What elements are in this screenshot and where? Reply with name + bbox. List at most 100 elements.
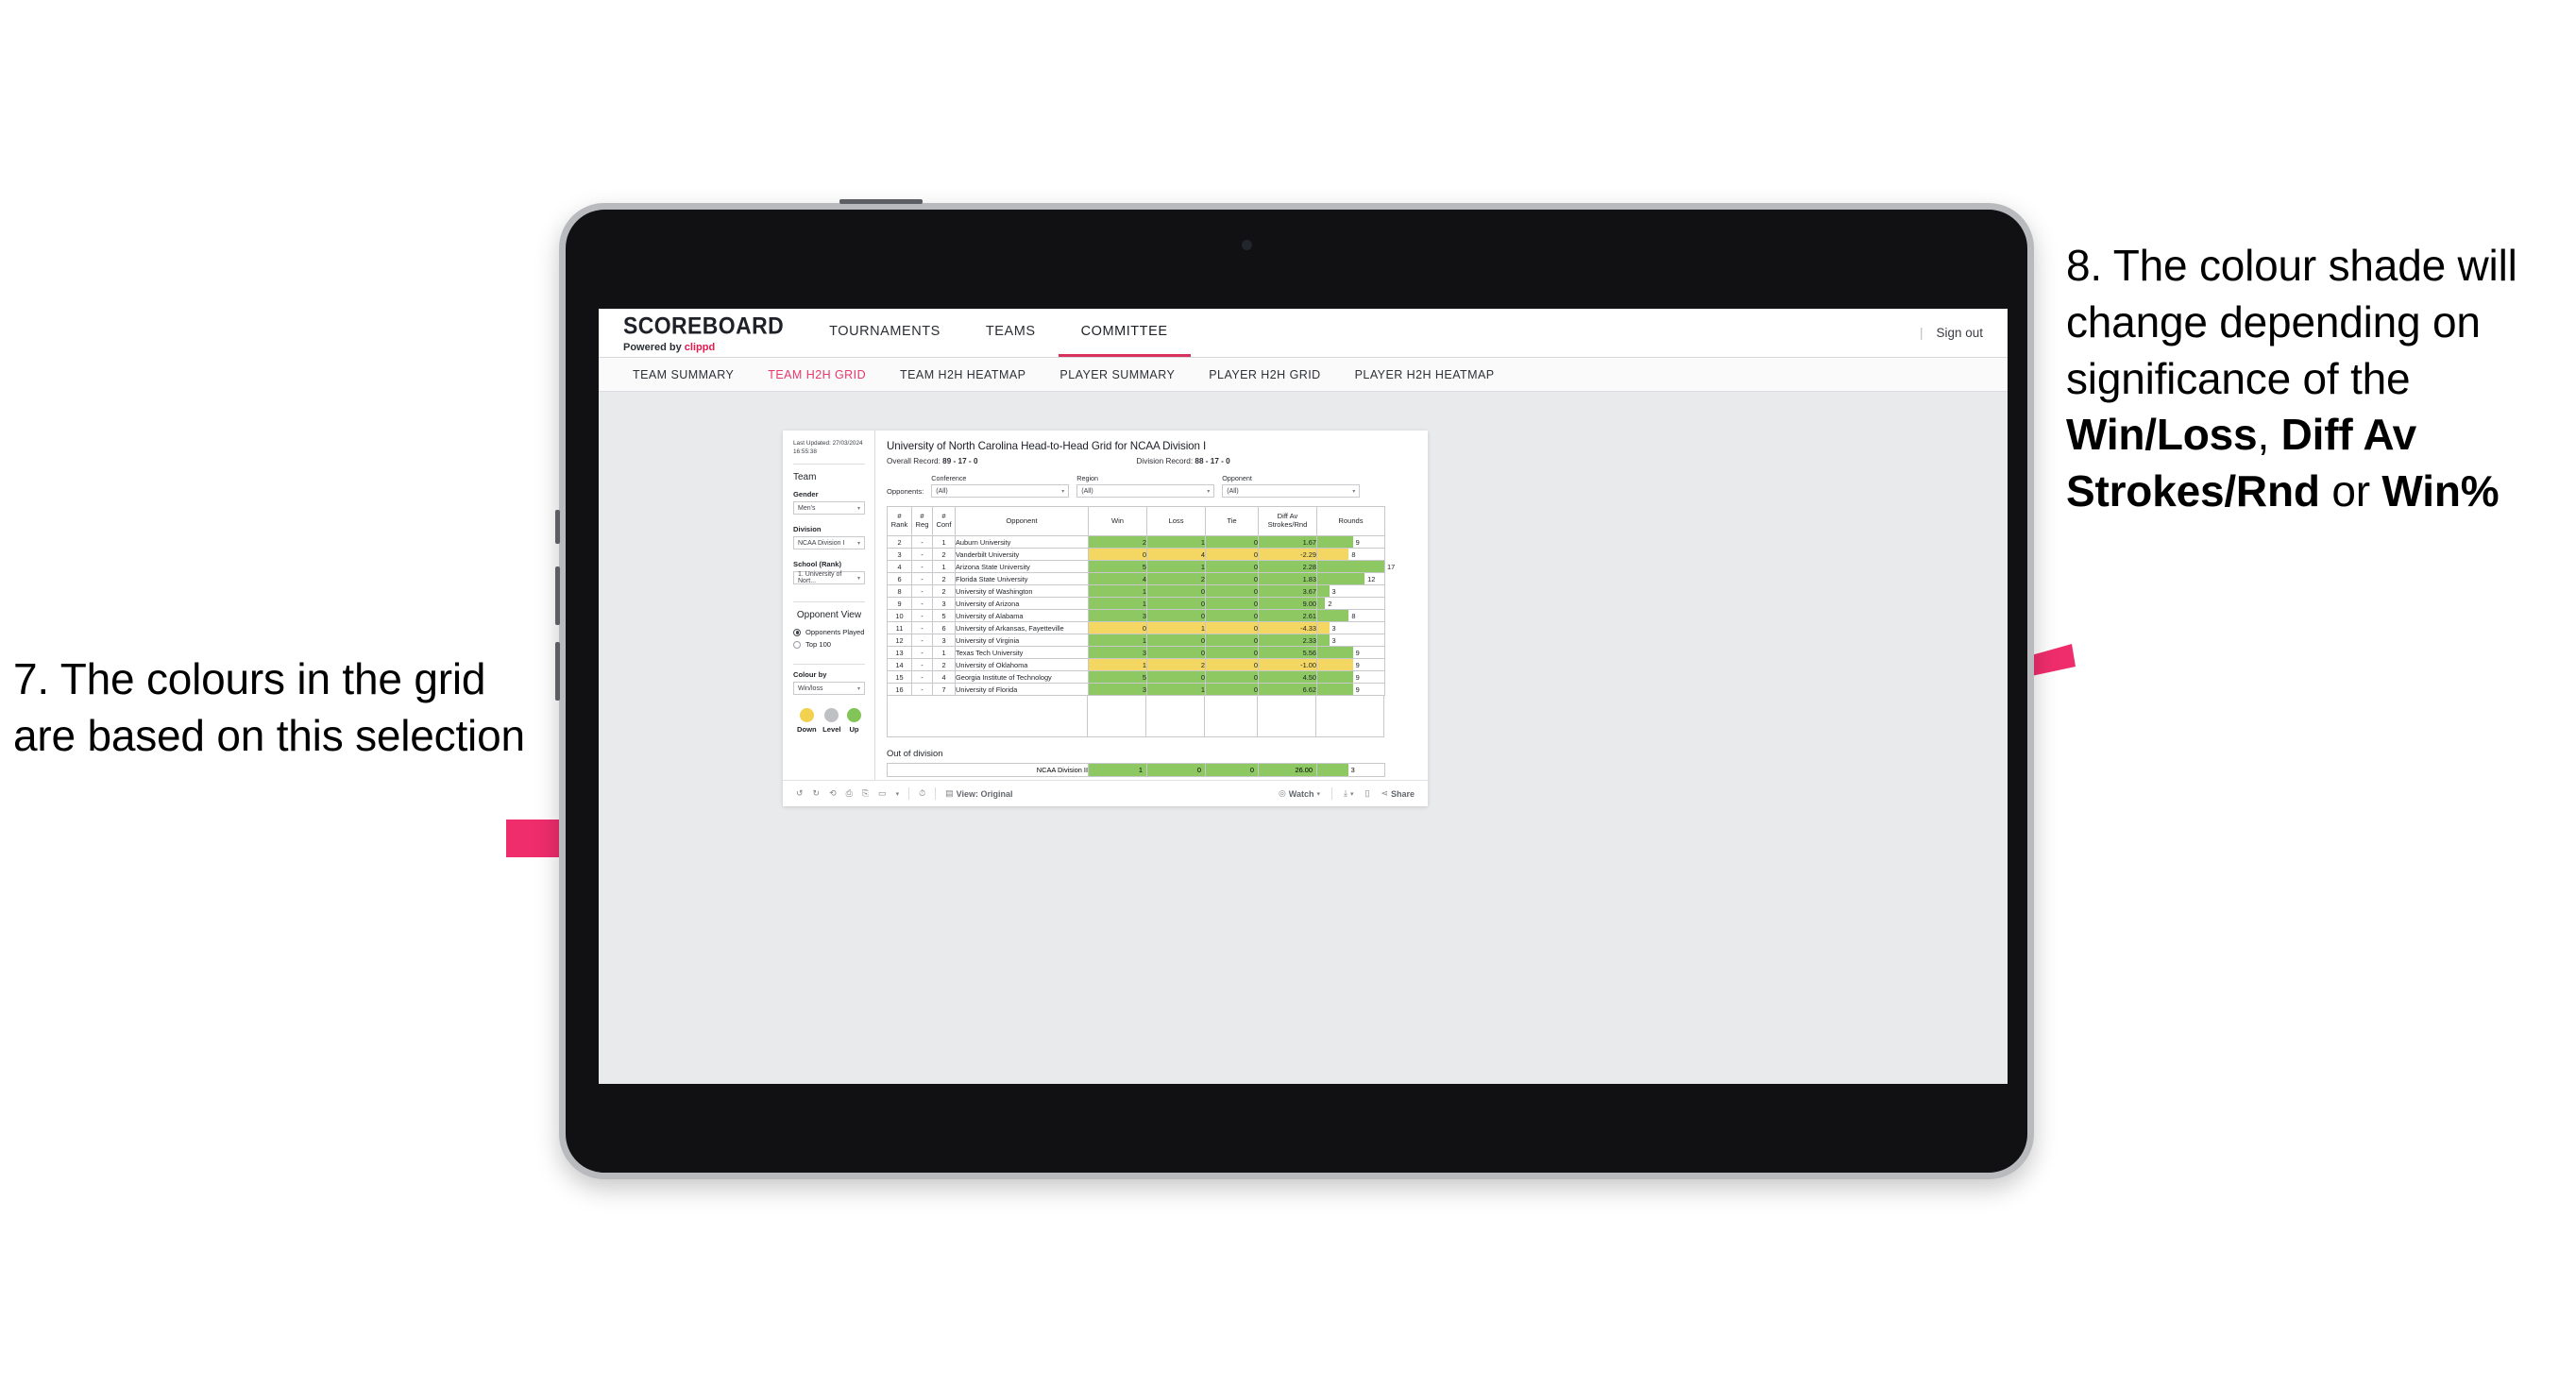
subnav-item-team-h2h-grid[interactable]: TEAM H2H GRID — [751, 368, 883, 381]
table-row[interactable]: 6-2 Florida State University 4 2 0 1.83 12 — [887, 572, 1385, 585]
cell-opponent: University of Alabama — [955, 609, 1089, 622]
alerts-icon[interactable]: ▭ — [878, 788, 887, 799]
rounds-bar — [1317, 634, 1330, 646]
table-row[interactable]: 8-2 University of Washington 1 0 0 3.67 3 — [887, 584, 1385, 598]
redo-icon[interactable]: ↻ — [813, 788, 821, 799]
colour-by-select[interactable]: Win/loss ▾ — [793, 682, 865, 696]
cell-rank: 15 — [887, 670, 912, 684]
chevron-down-icon: ▾ — [856, 685, 860, 692]
rounds-value: 3 — [1350, 766, 1355, 774]
subnav-item-player-summary[interactable]: PLAYER SUMMARY — [1042, 368, 1192, 381]
cell-tie: 0 — [1205, 683, 1259, 696]
table-row[interactable]: 3-2 Vanderbilt University 0 4 0 -2.29 8 — [887, 548, 1385, 561]
h2h-grid-table-wrapper[interactable]: # Rank # Reg # Conf Opponent Win Loss Tie D… — [887, 506, 1416, 777]
volume-button-top[interactable] — [555, 510, 560, 544]
col-loss[interactable]: Loss — [1146, 506, 1206, 536]
subnav-item-team-summary[interactable]: TEAM SUMMARY — [616, 368, 751, 381]
cell-tie: 0 — [1205, 572, 1259, 585]
chevron-down-icon: ▾ — [1316, 790, 1320, 798]
col-reg[interactable]: # Reg — [911, 506, 933, 536]
chevron-down-icon[interactable]: ▾ — [896, 790, 900, 798]
cell-tie: 0 — [1205, 535, 1259, 549]
legend-item-down: Down — [797, 708, 817, 734]
rounds-value: 3 — [1331, 623, 1336, 633]
cell-loss: 0 — [1146, 584, 1206, 598]
cell-rounds: 12 — [1316, 572, 1385, 585]
gender-select[interactable]: Men's ▾ — [793, 501, 865, 516]
col-tie[interactable]: Tie — [1205, 506, 1259, 536]
device-layout-icon[interactable]: ▯ — [1364, 788, 1369, 799]
out-of-division-row[interactable]: NCAA Division II 1 0 0 26.00 3 — [887, 763, 1385, 777]
cell-diff-av-strokes: -2.29 — [1258, 548, 1317, 561]
table-row[interactable]: 15-4 Georgia Institute of Technology 5 0 0 4.… — [887, 670, 1385, 684]
radio-opponents-played[interactable]: Opponents Played — [793, 628, 865, 636]
legend-label-down: Down — [797, 725, 817, 735]
division-record: Division Record: 88 - 17 - 0 — [1137, 457, 1230, 465]
division-select[interactable]: NCAA Division I ▾ — [793, 536, 865, 550]
table-row[interactable]: 2-1 Auburn University 2 1 0 1.67 9 — [887, 535, 1385, 549]
col-rank[interactable]: # Rank — [887, 506, 912, 536]
school-rank-select[interactable]: 1. University of Nort... ▾ — [793, 571, 865, 585]
view-original-button[interactable]: ▤ View: Original — [945, 788, 1012, 799]
cell-reg: - — [911, 548, 933, 561]
filter-opponent-label: Opponent — [1222, 474, 1252, 482]
table-row[interactable]: 13-1 Texas Tech University 3 0 0 5.56 9 — [887, 646, 1385, 659]
share-label: Share — [1390, 788, 1415, 799]
filter-region-select[interactable]: (All) ▾ — [1076, 484, 1215, 498]
col-rounds[interactable]: Rounds — [1316, 506, 1385, 536]
cell-rank: 12 — [887, 634, 912, 647]
cell-rank: 8 — [887, 584, 912, 598]
rounds-value: 9 — [1355, 660, 1360, 669]
filter-opponent-select[interactable]: (All) ▾ — [1222, 484, 1361, 498]
undo-icon[interactable]: ↺ — [796, 788, 804, 799]
clock-icon[interactable]: ⏱ — [919, 788, 925, 799]
cell-diff-av-strokes: 2.61 — [1258, 609, 1317, 622]
col-conf[interactable]: # Conf — [932, 506, 956, 536]
app-header: SCOREBOARD Powered by clippd TOURNAMENTS… — [599, 309, 2008, 358]
download-button[interactable]: ⤓ ▾ — [1344, 788, 1354, 799]
col-diff-av-strokes[interactable]: Diff Av Strokes/Rnd — [1258, 506, 1317, 536]
pause-icon[interactable]: ⎘ — [862, 788, 869, 799]
rounds-bar — [1317, 684, 1353, 695]
subnav-item-player-h2h-grid[interactable]: PLAYER H2H GRID — [1192, 368, 1337, 381]
opponents-label: Opponents: — [887, 487, 924, 496]
refresh-icon[interactable]: ⎙ — [846, 788, 853, 799]
volume-up-button[interactable] — [555, 566, 560, 625]
table-row[interactable]: 4-1 Arizona State University 5 1 0 2.28 17 — [887, 560, 1395, 573]
view-original-label: View: Original — [956, 788, 1013, 799]
table-row[interactable]: 16-7 University of Florida 3 1 0 6.62 9 — [887, 683, 1385, 696]
tablet-screen: SCOREBOARD Powered by clippd TOURNAMENTS… — [599, 309, 2008, 1084]
h2h-grid-table: # Rank # Reg # Conf Opponent Win Loss Tie D… — [887, 506, 1395, 696]
share-button[interactable]: ⋖ Share — [1381, 788, 1415, 799]
col-win[interactable]: Win — [1088, 506, 1147, 536]
power-button[interactable] — [839, 199, 923, 204]
topnav-item-teams[interactable]: TEAMS — [963, 309, 1059, 357]
cell-diff-av-strokes: 1.83 — [1258, 572, 1317, 585]
subnav-item-player-h2h-heatmap[interactable]: PLAYER H2H HEATMAP — [1338, 368, 1512, 381]
colour-by-label: Colour by — [793, 670, 827, 680]
cell-rounds: 3 — [1316, 763, 1385, 777]
filter-conference-select[interactable]: (All) ▾ — [931, 484, 1070, 498]
table-row[interactable]: 12-3 University of Virginia 1 0 0 2.33 3 — [887, 634, 1385, 647]
topnav-item-committee[interactable]: COMMITTEE — [1058, 309, 1191, 357]
legend-label-up: Up — [849, 725, 859, 735]
subnav-item-team-h2h-heatmap[interactable]: TEAM H2H HEATMAP — [883, 368, 1042, 381]
cell-conf: 3 — [932, 634, 956, 647]
table-row[interactable]: 14-2 University of Oklahoma 1 2 0 -1.00 9 — [887, 658, 1385, 671]
toolbar-right-group: ◎ Watch ▾ ⤓ ▾ ▯ ⋖ Share — [1279, 787, 1415, 800]
revert-icon[interactable]: ⟲ — [829, 788, 837, 799]
table-row[interactable]: 10-5 University of Alabama 3 0 0 2.61 8 — [887, 609, 1385, 622]
volume-down-button[interactable] — [555, 642, 560, 701]
watch-button[interactable]: ◎ Watch ▾ — [1279, 788, 1320, 799]
chevron-down-icon: ▾ — [856, 540, 860, 547]
out-of-division-body: NCAA Division II 1 0 0 26.00 3 — [887, 763, 1385, 777]
radio-top-100[interactable]: Top 100 — [793, 640, 865, 649]
cell-rank: 10 — [887, 609, 912, 622]
table-row[interactable]: 11-6 University of Arkansas, Fayetteville… — [887, 621, 1385, 634]
col-opponent[interactable]: Opponent — [955, 506, 1089, 536]
team-section-heading: Team — [793, 472, 817, 483]
topnav-item-tournaments[interactable]: TOURNAMENTS — [806, 309, 963, 357]
sign-out-link[interactable]: Sign out — [1936, 326, 1983, 340]
cell-conf: 3 — [932, 597, 956, 610]
table-row[interactable]: 9-3 University of Arizona 1 0 0 9.00 2 — [887, 597, 1385, 610]
